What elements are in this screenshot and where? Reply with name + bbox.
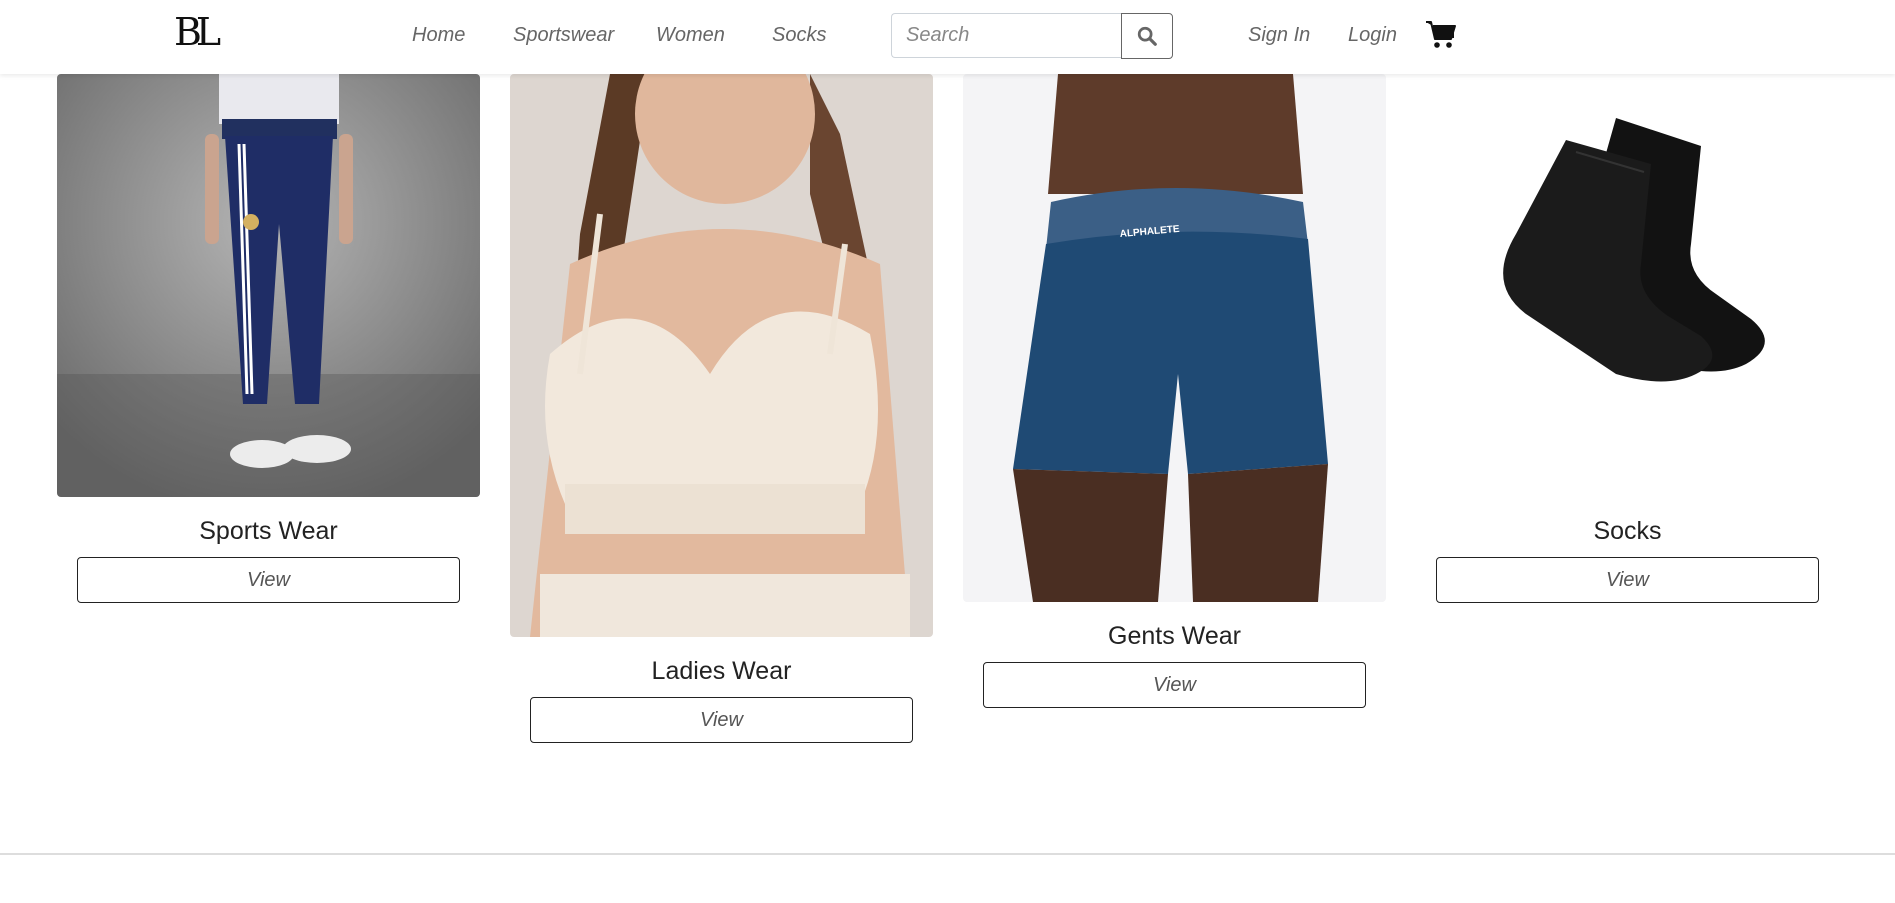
search-input[interactable] <box>891 13 1121 58</box>
view-sportswear-button[interactable]: View <box>77 557 460 603</box>
category-title: Socks <box>1593 517 1662 545</box>
brand-logo[interactable]: BL <box>174 12 230 52</box>
search-button[interactable] <box>1121 13 1173 59</box>
nav-link-socks[interactable]: Socks <box>772 24 826 47</box>
nav-link-home[interactable]: Home <box>412 24 465 47</box>
shopping-cart-icon <box>1426 21 1456 48</box>
sportswear-image <box>57 74 480 497</box>
login-link[interactable]: Login <box>1348 24 1397 47</box>
view-ladies-wear-button[interactable]: View <box>530 697 913 743</box>
cart-button[interactable] <box>1425 18 1457 50</box>
category-title: Sports Wear <box>199 517 338 545</box>
sign-in-link[interactable]: Sign In <box>1248 24 1310 47</box>
category-title: Ladies Wear <box>651 657 792 685</box>
nav-link-women[interactable]: Women <box>656 24 725 47</box>
footer-divider <box>0 853 1895 855</box>
view-gents-wear-button[interactable]: View <box>983 662 1366 708</box>
category-title: Gents Wear <box>1108 622 1241 650</box>
gents-wear-image: ALPHALETE <box>963 74 1386 602</box>
ladies-wear-image <box>510 74 933 637</box>
nav-link-sportswear[interactable]: Sportswear <box>513 24 614 47</box>
socks-image <box>1416 74 1839 497</box>
search-icon <box>1137 26 1157 46</box>
navbar: BL Home Sportswear Women Socks Sign In L… <box>0 0 1895 74</box>
view-socks-button[interactable]: View <box>1436 557 1819 603</box>
